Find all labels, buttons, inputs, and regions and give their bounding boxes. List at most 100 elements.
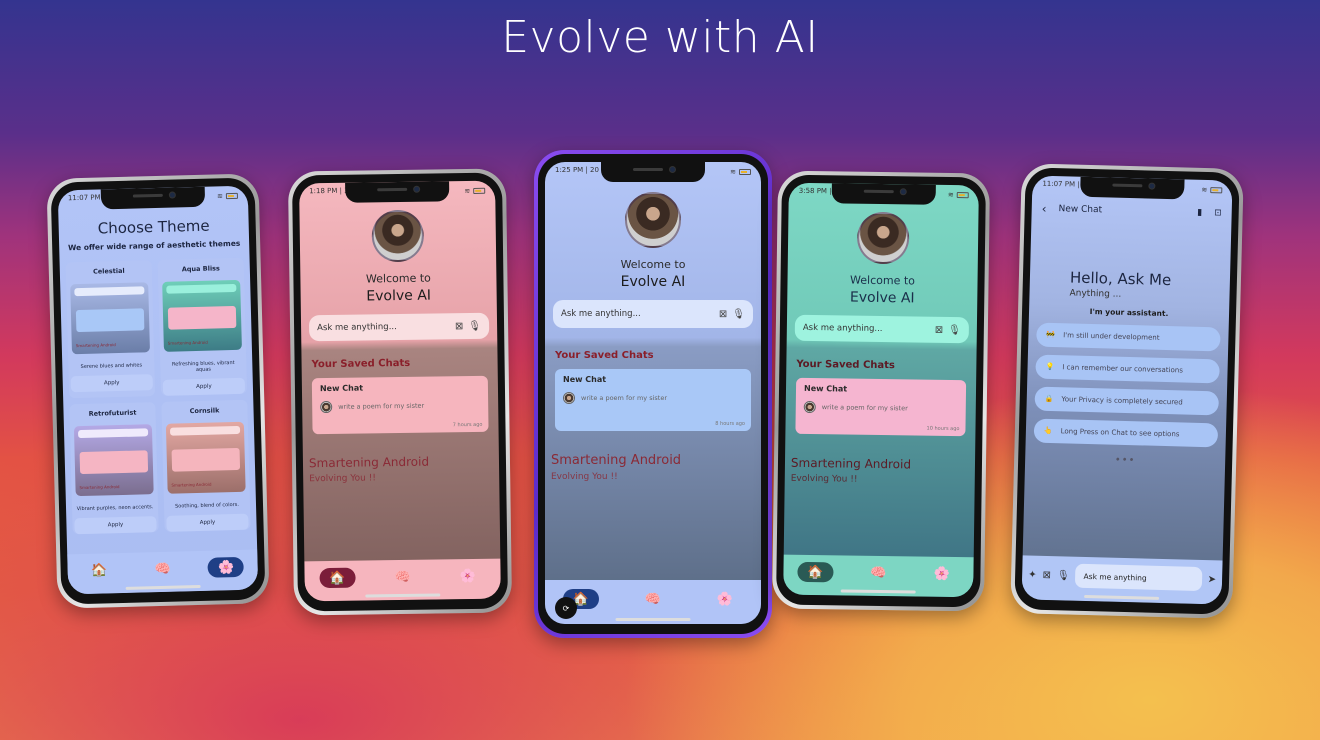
- tip-pill[interactable]: 🔒 Your Privacy is completely secured: [1034, 386, 1220, 416]
- mic-icon[interactable]: 🎙: [948, 324, 961, 335]
- chat-avatar: [320, 400, 333, 414]
- brand-title: Evolve AI: [366, 287, 432, 305]
- typing-indicator: •••: [1114, 454, 1136, 467]
- sparkle-icon[interactable]: ✦: [1028, 569, 1037, 580]
- apply-button[interactable]: Apply: [166, 513, 249, 532]
- profile-avatar[interactable]: [625, 192, 681, 248]
- mic-icon[interactable]: 🎙: [732, 309, 745, 320]
- theme-card-celestial[interactable]: Celestial Smartening Android Serene blue…: [65, 260, 156, 399]
- saved-chat-card[interactable]: New Chat write a poem for my sister 8 ho…: [555, 369, 751, 431]
- nav-home[interactable]: 🏠: [81, 560, 118, 581]
- brain-icon: 🧠: [644, 591, 662, 607]
- brand-title: Evolve AI: [620, 274, 686, 290]
- shield-lock-icon: 🔒: [1044, 394, 1054, 404]
- profile-avatar[interactable]: [371, 209, 425, 263]
- flower-icon: 🌸: [217, 559, 235, 575]
- tagline: Smartening Android: [551, 453, 682, 468]
- apply-button[interactable]: Apply: [74, 516, 157, 535]
- send-icon[interactable]: ➤: [1208, 574, 1217, 585]
- hello-subheading: Anything ...: [1069, 288, 1122, 300]
- tip-text: I'm still under development: [1063, 331, 1160, 342]
- flower-icon: 🌸: [933, 566, 950, 582]
- flower-icon: 🌸: [459, 568, 477, 584]
- theme-card-aqua-bliss[interactable]: Aqua Bliss Smartening Android Refreshing…: [157, 257, 248, 396]
- theme-preview: Smartening Android: [70, 282, 150, 355]
- chat-message: write a poem for my sister: [821, 403, 908, 413]
- phone-theme-picker: 11:07 PM | 9 ≋ Choose Theme We offer wid…: [46, 173, 270, 609]
- notch: [1080, 176, 1185, 200]
- welcome-text: Welcome to: [365, 271, 431, 286]
- theme-description: Soothing, blend of colors.: [175, 501, 239, 510]
- saved-chat-card[interactable]: New Chat write a poem for my sister 10 h…: [795, 377, 967, 437]
- nav-home[interactable]: 🏠: [319, 567, 356, 589]
- ask-placeholder: Ask me anything...: [802, 322, 883, 335]
- image-icon[interactable]: ⊠: [455, 321, 464, 332]
- mic-icon[interactable]: 🎙: [1057, 570, 1070, 581]
- chat-header: ‹ New Chat ▮ ⊡: [1031, 195, 1232, 226]
- chat-title: New Chat: [319, 383, 364, 394]
- assistant-label: I'm your assistant.: [1089, 306, 1169, 319]
- tagline-sub: Evolving You !!: [790, 473, 858, 485]
- feedback-icon[interactable]: ⊡: [1214, 208, 1222, 218]
- theme-name: Aqua Bliss: [181, 264, 220, 274]
- theme-card-cornsilk[interactable]: Cornsilk Smartening Android Soothing, bl…: [161, 399, 251, 532]
- chat-message: write a poem for my sister: [338, 401, 425, 411]
- brain-icon: 🧠: [870, 565, 887, 581]
- construction-icon: 🚧: [1046, 330, 1056, 340]
- nav-home[interactable]: 🏠: [796, 561, 834, 583]
- brain-icon: 🧠: [394, 569, 411, 585]
- message-placeholder: Ask me anything: [1083, 571, 1147, 583]
- bookmark-icon[interactable]: ▮: [1197, 208, 1202, 218]
- saved-chats-title: Your Saved Chats: [311, 357, 411, 371]
- ask-input[interactable]: Ask me anything... ⊠ 🎙: [308, 312, 490, 342]
- image-icon[interactable]: ⊠: [1042, 569, 1051, 580]
- profile-avatar[interactable]: [856, 211, 910, 265]
- phone-home-aqua: 3:58 PM | 55 ≋ Welcome to Evolve AI Ask …: [771, 170, 991, 612]
- nav-brain[interactable]: 🧠: [635, 589, 671, 609]
- saved-chats-title: Your Saved Chats: [796, 358, 895, 372]
- theme-card-retrofuturist[interactable]: Retrofuturist Smartening Android Vibrant…: [69, 402, 159, 535]
- chat-time: 8 hours ago: [715, 421, 745, 427]
- theme-preview: Smartening Android: [73, 424, 154, 497]
- mic-icon[interactable]: 🎙: [468, 320, 481, 331]
- image-icon[interactable]: ⊠: [719, 309, 727, 320]
- nav-brain[interactable]: 🧠: [860, 563, 896, 584]
- apply-button[interactable]: Apply: [162, 377, 246, 396]
- nav-themes[interactable]: 🌸: [924, 564, 960, 585]
- nav-themes[interactable]: 🌸: [450, 566, 486, 587]
- message-input[interactable]: Ask me anything: [1075, 563, 1203, 592]
- wifi-icon: ≋: [947, 190, 954, 199]
- nav-themes[interactable]: 🌸: [207, 556, 245, 578]
- chat-header-title: New Chat: [1058, 204, 1103, 216]
- nav-brain[interactable]: 🧠: [144, 558, 181, 579]
- apply-button[interactable]: Apply: [70, 374, 153, 393]
- phone-home-celestial: 1:25 PM | 20 ≋ Welcome to Evolve AI Ask …: [534, 150, 772, 638]
- brand-title: Evolve AI: [849, 289, 915, 307]
- image-icon[interactable]: ⊠: [935, 324, 944, 335]
- saved-chat-card[interactable]: New Chat write a poem for my sister 7 ho…: [311, 375, 489, 435]
- battery-icon: [956, 192, 969, 199]
- wifi-icon: ≋: [464, 187, 471, 196]
- screen-record-button[interactable]: ⟳: [555, 597, 577, 619]
- tip-pill[interactable]: 🚧 I'm still under development: [1036, 322, 1221, 352]
- phone-new-chat: 11:07 PM | 0 ≋ ‹ New Chat ▮ ⊡ Hello, Ask…: [1010, 163, 1244, 619]
- lightbulb-icon: 💡: [1045, 362, 1055, 372]
- nav-brain[interactable]: 🧠: [384, 567, 420, 588]
- ask-placeholder: Ask me anything...: [561, 309, 641, 319]
- theme-preview: Smartening Android: [165, 421, 246, 494]
- back-icon[interactable]: ‹: [1042, 202, 1047, 216]
- ask-input[interactable]: Ask me anything... ⊠ 🎙: [794, 314, 970, 344]
- tip-pill[interactable]: 💡 I can remember our conversations: [1035, 354, 1220, 384]
- welcome-text: Welcome to: [850, 273, 916, 288]
- chat-time: 7 hours ago: [452, 421, 483, 429]
- tip-pill[interactable]: 👆 Long Press on Chat to see options: [1033, 418, 1219, 448]
- wifi-icon: ≋: [730, 168, 736, 176]
- tip-text: I can remember our conversations: [1062, 363, 1184, 375]
- chat-message: write a poem for my sister: [581, 394, 668, 402]
- chat-avatar: [803, 400, 816, 414]
- ask-placeholder: Ask me anything...: [317, 322, 397, 334]
- home-icon: 🏠: [329, 570, 346, 586]
- nav-themes[interactable]: 🌸: [707, 589, 743, 609]
- brain-icon: 🧠: [154, 561, 171, 577]
- ask-input[interactable]: Ask me anything... ⊠ 🎙: [553, 300, 753, 328]
